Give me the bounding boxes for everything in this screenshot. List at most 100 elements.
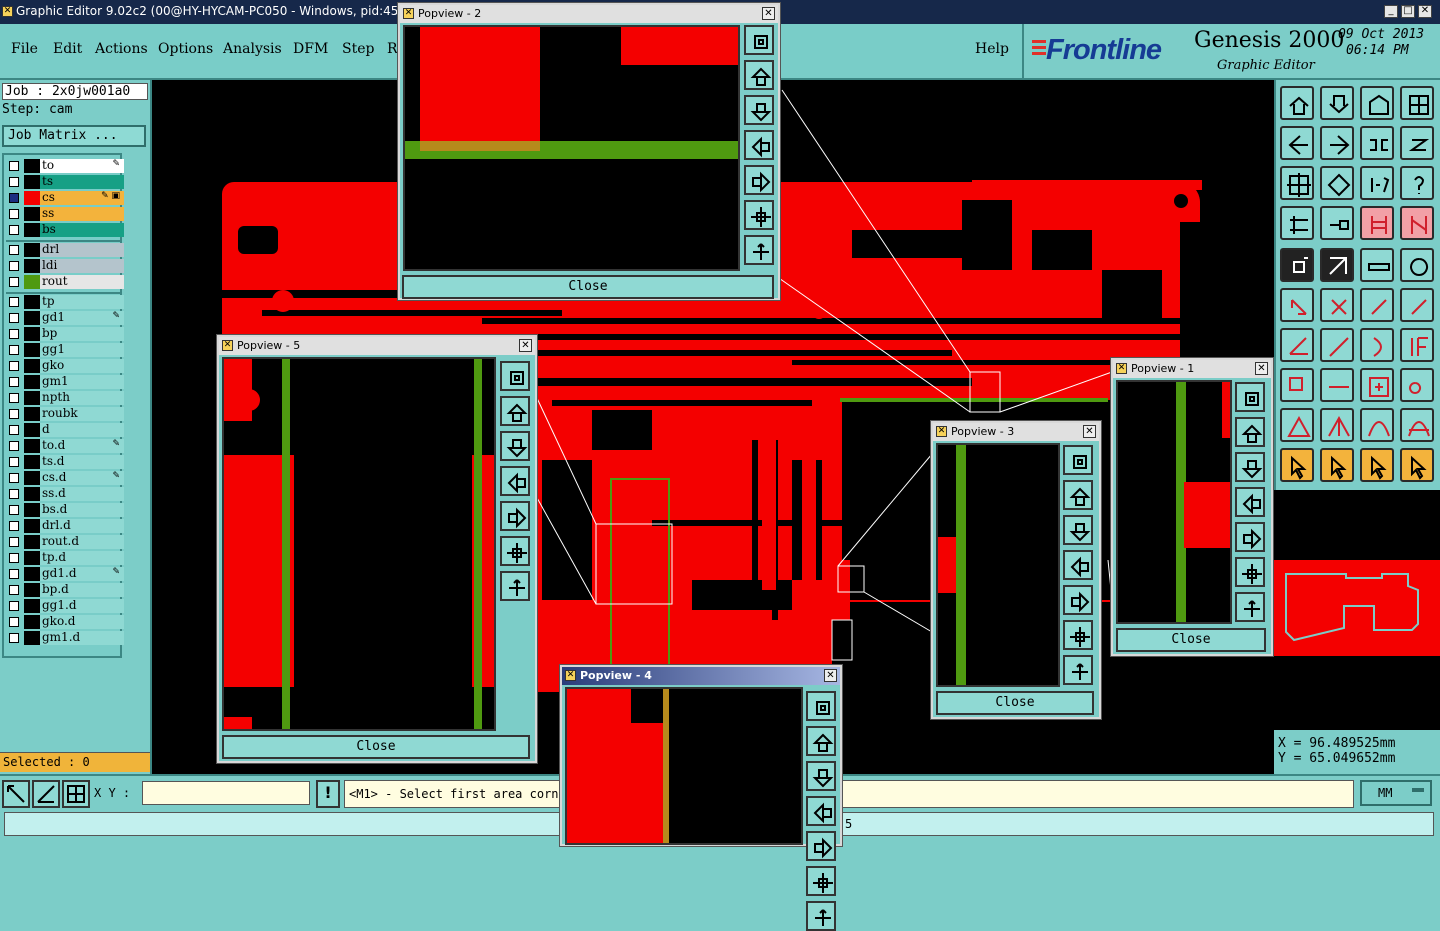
layer-name[interactable]: ts xyxy=(40,175,124,189)
popview-pan-left-button[interactable] xyxy=(1063,550,1093,580)
menu-r[interactable]: R xyxy=(387,41,398,57)
popview-zoom-button[interactable] xyxy=(1063,445,1093,475)
layer-row[interactable]: bp xyxy=(6,327,124,341)
layer-row[interactable]: npth xyxy=(6,391,124,405)
pointer-net-button[interactable] xyxy=(1400,448,1434,482)
view-top-button[interactable] xyxy=(1280,86,1314,120)
layer-row[interactable]: ts xyxy=(6,175,124,189)
maximize-button[interactable]: □ xyxy=(1401,5,1415,18)
layer-row[interactable]: ss.d xyxy=(6,487,124,501)
popview-5[interactable]: ✕ Popview - 5 ✕ Close xyxy=(217,335,537,763)
layer-row[interactable]: drl xyxy=(6,243,124,257)
popview-zoom-button[interactable] xyxy=(744,25,774,55)
layer-row[interactable]: rout xyxy=(6,275,124,289)
layer-checkbox[interactable] xyxy=(9,297,19,307)
layer-row[interactable]: bp.d xyxy=(6,583,124,597)
popview-zoom-in-button[interactable] xyxy=(1235,557,1265,587)
layer-row[interactable]: gd1 ✎ xyxy=(6,311,124,325)
layer-row[interactable]: to ✎ xyxy=(6,159,124,173)
connect-button[interactable] xyxy=(1280,288,1314,322)
popview-title-bar[interactable]: ✕ Popview - 3 ✕ xyxy=(933,423,1099,441)
popview-title-bar[interactable]: ✕ Popview - 2 ✕ xyxy=(400,5,778,23)
center-button[interactable] xyxy=(1360,368,1394,402)
popview-pan-right-button[interactable] xyxy=(500,501,530,531)
popview-3[interactable]: ✕ Popview - 3 ✕ Close xyxy=(931,421,1101,719)
popview-zoom-out-button[interactable] xyxy=(500,571,530,601)
layer-name[interactable]: rout.d xyxy=(40,535,124,549)
minimize-button[interactable]: _ xyxy=(1384,5,1398,18)
layer-row[interactable]: gko.d xyxy=(6,615,124,629)
circles-button[interactable] xyxy=(1400,368,1434,402)
layer-row[interactable]: ss xyxy=(6,207,124,221)
circle-button[interactable] xyxy=(1400,248,1434,282)
layer-name[interactable]: gko xyxy=(40,359,124,373)
popview-close-icon[interactable]: ✕ xyxy=(1255,362,1268,375)
layer-name[interactable]: drl.d xyxy=(40,519,124,533)
grid-button[interactable] xyxy=(62,780,90,808)
zoom-fit-button[interactable] xyxy=(1320,166,1354,200)
layer-name[interactable]: npth xyxy=(40,391,124,405)
popview-zoom-button[interactable] xyxy=(1235,382,1265,412)
layer-checkbox[interactable] xyxy=(9,617,19,627)
popview-close-icon[interactable]: ✕ xyxy=(762,7,775,20)
xy-input[interactable] xyxy=(142,781,310,805)
units-select[interactable]: MM xyxy=(1360,780,1432,806)
layer-name[interactable]: ldi xyxy=(40,259,124,273)
popview-2[interactable]: ✕ Popview - 2 ✕ Close xyxy=(398,3,780,300)
minimap[interactable] xyxy=(1274,490,1440,730)
layer-checkbox[interactable] xyxy=(9,409,19,419)
layer-row[interactable]: cs.d ✎ xyxy=(6,471,124,485)
layer-checkbox[interactable] xyxy=(9,277,19,287)
popview-zoom-button[interactable] xyxy=(500,361,530,391)
layer-checkbox[interactable] xyxy=(9,261,19,271)
layer-name[interactable]: to.d xyxy=(40,439,124,453)
layer-name[interactable]: ts.d xyxy=(40,455,124,469)
arc-button[interactable] xyxy=(1360,328,1394,362)
layer-checkbox[interactable] xyxy=(9,177,19,187)
layer-name[interactable]: bp.d xyxy=(40,583,124,597)
popview-zoom-in-button[interactable] xyxy=(1063,620,1093,650)
snap-button[interactable] xyxy=(1400,126,1434,160)
popview-title-bar[interactable]: ✕ Popview - 5 ✕ xyxy=(219,337,535,355)
menu-help[interactable]: Help xyxy=(975,41,1009,57)
popview-close-icon[interactable]: ✕ xyxy=(824,669,837,682)
layer-checkbox[interactable] xyxy=(9,633,19,643)
point-button[interactable] xyxy=(1360,288,1394,322)
popview-pan-up-button[interactable] xyxy=(744,60,774,90)
dash-button[interactable] xyxy=(1320,368,1354,402)
arrow-up-button[interactable] xyxy=(1320,408,1354,442)
layer-row[interactable]: gm1.d xyxy=(6,631,124,645)
fit-all-button[interactable] xyxy=(1280,166,1314,200)
menu-actions[interactable]: Actions xyxy=(95,41,148,57)
popview-zoom-button[interactable] xyxy=(806,691,836,721)
job-matrix-button[interactable]: Job Matrix ... xyxy=(2,125,146,147)
layer-checkbox[interactable] xyxy=(9,457,19,467)
layer-name[interactable]: rout xyxy=(40,275,124,289)
layer-checkbox[interactable] xyxy=(9,425,19,435)
layer-checkbox[interactable] xyxy=(9,329,19,339)
measure-button[interactable] xyxy=(1280,206,1314,240)
home-view-button[interactable] xyxy=(1360,86,1394,120)
popview-pan-down-button[interactable] xyxy=(500,431,530,461)
select-box-button[interactable] xyxy=(1280,368,1314,402)
mirror-button[interactable] xyxy=(1360,126,1394,160)
layer-checkbox[interactable] xyxy=(9,225,19,235)
layer-name[interactable]: gko.d xyxy=(40,615,124,629)
popview-close-button[interactable]: Close xyxy=(936,691,1094,715)
scale-1-2-button[interactable] xyxy=(1360,166,1394,200)
menu-file[interactable]: File xyxy=(11,41,38,57)
layer-checkbox[interactable] xyxy=(9,537,19,547)
layer-compare-button[interactable] xyxy=(1360,206,1394,240)
layer-checkbox[interactable] xyxy=(9,601,19,611)
layer-row[interactable]: tp.d xyxy=(6,551,124,565)
popview-zoom-out-button[interactable] xyxy=(806,901,836,931)
angle-button[interactable] xyxy=(1280,328,1314,362)
popview-canvas[interactable] xyxy=(1116,380,1232,624)
layer-checkbox[interactable] xyxy=(9,521,19,531)
popview-pan-left-button[interactable] xyxy=(744,130,774,160)
measure-button[interactable] xyxy=(32,780,60,808)
layer-name[interactable]: ss.d xyxy=(40,487,124,501)
layer-row[interactable]: bs.d xyxy=(6,503,124,517)
arch-alt-button[interactable] xyxy=(1400,408,1434,442)
menu-edit[interactable]: Edit xyxy=(53,41,82,57)
